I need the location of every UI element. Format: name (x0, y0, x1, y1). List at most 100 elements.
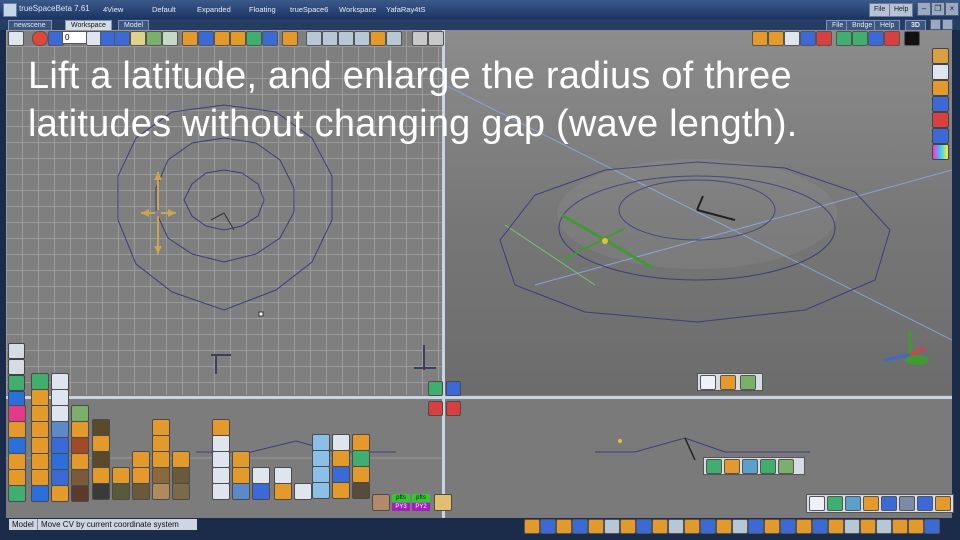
view-corner-icon-4[interactable] (446, 401, 461, 416)
mesh-icon-2[interactable] (881, 496, 897, 511)
panel-restore-button[interactable] (930, 19, 941, 30)
tile-tool-3[interactable] (212, 451, 230, 468)
tile-disc[interactable] (31, 405, 49, 422)
status-tool-7[interactable] (620, 519, 636, 534)
select-icon-2[interactable] (809, 496, 825, 511)
status-tool-9[interactable] (652, 519, 668, 534)
snap-icon[interactable] (370, 31, 386, 46)
sphere-icon[interactable] (932, 64, 949, 80)
shader-icon[interactable] (932, 48, 949, 64)
tile-mat-6[interactable] (112, 467, 130, 484)
tile-tex-11[interactable] (332, 482, 350, 499)
tile-plane[interactable] (51, 389, 69, 406)
options-icon[interactable] (904, 31, 920, 46)
workspace-tab-workspace[interactable]: Workspace (335, 4, 380, 15)
status-tool-19[interactable] (812, 519, 828, 534)
tile-cloth[interactable] (71, 485, 89, 502)
material-icon-2[interactable] (845, 496, 861, 511)
minimize-button[interactable]: – (917, 2, 931, 16)
tile-tex-7[interactable] (312, 466, 330, 483)
tile-mat-4[interactable] (92, 467, 110, 484)
render-region-icon[interactable] (800, 31, 816, 46)
tile-decimate[interactable] (51, 485, 69, 502)
timeline-icon[interactable] (130, 31, 146, 46)
record-icon[interactable] (32, 31, 48, 46)
geometry-icon[interactable] (198, 31, 214, 46)
tile-mat-12[interactable] (152, 435, 170, 452)
box-icon[interactable] (768, 31, 784, 46)
tile-mat-5[interactable] (92, 483, 110, 500)
status-tool-25[interactable] (908, 519, 924, 534)
view-corner-icon-3[interactable] (428, 401, 443, 416)
tile-deform[interactable] (71, 453, 89, 470)
tile-lathe[interactable] (31, 437, 49, 454)
tile-bridge[interactable] (51, 437, 69, 454)
edit-icon-2[interactable] (899, 496, 915, 511)
tile-mat-17[interactable] (172, 467, 190, 484)
status-tool-21[interactable] (844, 519, 860, 534)
tile-spring[interactable] (8, 453, 26, 470)
status-tool-5[interactable] (588, 519, 604, 534)
y-axis-icon[interactable] (868, 31, 884, 46)
workspace-tab-yafaray[interactable]: YafaRay4tS (382, 4, 429, 15)
material-editor-icon[interactable] (752, 31, 768, 46)
tile-tool-11[interactable] (274, 467, 292, 484)
material-icon[interactable] (742, 459, 758, 474)
tile-sweep[interactable] (51, 421, 69, 438)
tile-tool-10[interactable] (252, 483, 270, 500)
arrow-up-icon[interactable] (412, 31, 428, 46)
workspace-tab-expanded[interactable]: Expanded (193, 4, 235, 15)
status-tool-3[interactable] (556, 519, 572, 534)
tile-text[interactable] (71, 469, 89, 486)
view-layout-icon[interactable] (784, 31, 800, 46)
tile-tex-4[interactable] (312, 450, 330, 467)
tile-sphere[interactable] (51, 373, 69, 390)
library-icon[interactable] (8, 343, 25, 359)
tile-tex-10[interactable] (312, 482, 330, 499)
tile-mat-1[interactable] (92, 419, 110, 436)
axis-icon[interactable] (306, 31, 322, 46)
status-tool-12[interactable] (700, 519, 716, 534)
end-icon[interactable] (114, 31, 130, 46)
redo-icon-2[interactable] (935, 496, 951, 511)
tile-tool-13[interactable] (294, 483, 312, 500)
status-tool-10[interactable] (668, 519, 684, 534)
frame-input[interactable] (62, 31, 88, 44)
tile-tex-6[interactable] (352, 450, 370, 467)
tile-lattice[interactable] (71, 405, 89, 422)
tile-boolean[interactable] (71, 421, 89, 438)
status-tool-26[interactable] (924, 519, 940, 534)
tile-mat-10[interactable] (132, 483, 150, 500)
tile-mat-9[interactable] (132, 467, 150, 484)
status-tool-6[interactable] (604, 519, 620, 534)
tile-tex-12[interactable] (352, 482, 370, 499)
workspace-icon[interactable] (8, 31, 24, 46)
status-tool-20[interactable] (828, 519, 844, 534)
status-tool-16[interactable] (764, 519, 780, 534)
tag-icon[interactable] (932, 112, 949, 128)
tile-cylinder[interactable] (31, 421, 49, 438)
status-tool-22[interactable] (860, 519, 876, 534)
fx-icon[interactable] (932, 96, 949, 112)
menu-help[interactable]: Help (889, 3, 914, 17)
camera-icon[interactable] (230, 31, 246, 46)
status-tool-24[interactable] (892, 519, 908, 534)
object-icon[interactable] (706, 459, 722, 474)
tile-face[interactable] (372, 494, 390, 511)
workspace-tab-truespace6[interactable]: trueSpace6 (286, 4, 332, 15)
status-tool-8[interactable] (636, 519, 652, 534)
tile-tex-5[interactable] (332, 450, 350, 467)
z-axis-icon[interactable] (884, 31, 900, 46)
tile-mat-3[interactable] (92, 451, 110, 468)
arrow-down-icon[interactable] (428, 31, 444, 46)
tile-mesh[interactable] (31, 485, 49, 502)
brush-icon-2[interactable] (863, 496, 879, 511)
mesh-icon[interactable] (760, 459, 776, 474)
viewport-divider-horizontal[interactable] (6, 396, 952, 399)
status-tool-4[interactable] (572, 519, 588, 534)
restore-button[interactable]: ❐ (931, 2, 945, 16)
tile-tool-12[interactable] (274, 483, 292, 500)
menu-file[interactable]: File (869, 3, 891, 17)
tile-mat-15[interactable] (152, 483, 170, 500)
view-corner-icon-1[interactable] (428, 381, 443, 396)
